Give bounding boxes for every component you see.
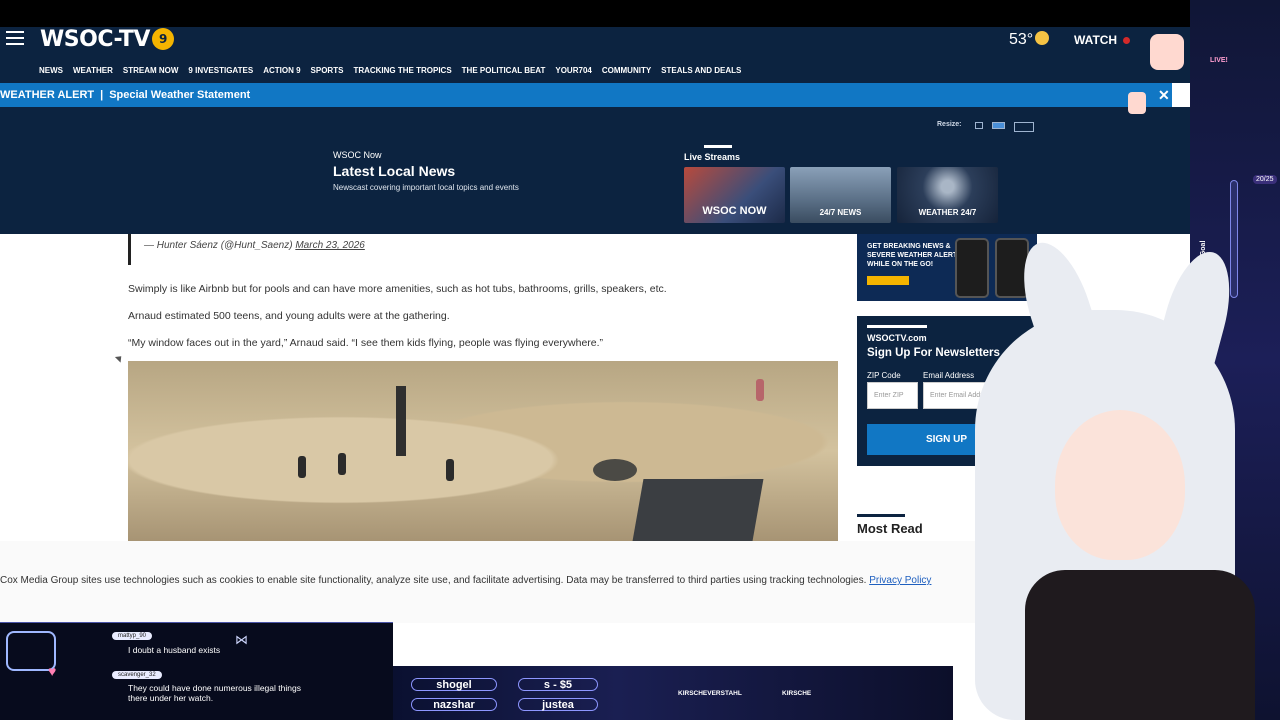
person-figure [756, 379, 764, 401]
weather-alert-bar[interactable]: WEATHER ALERT | Special Weather Statement … [0, 83, 1172, 107]
most-read-accent [857, 514, 905, 517]
nav-weather[interactable]: WEATHER [73, 66, 113, 75]
site-header: WSOC-TV 9 53° WATCH NEWS WEATHER STREAM N… [0, 27, 1190, 83]
social-discord: KIRSCHE [782, 690, 812, 697]
now-kicker: WSOC Now [333, 150, 382, 160]
article-paragraph: Arnaud estimated 500 teens, and young ad… [128, 310, 450, 322]
most-read-heading: Most Read [857, 521, 923, 536]
privacy-policy-link[interactable]: Privacy Policy [869, 575, 931, 586]
nav-news[interactable]: NEWS [39, 66, 63, 75]
mouse-cursor [114, 353, 125, 363]
table-shape [593, 459, 637, 481]
logo-badge: 9 [151, 28, 174, 50]
donation-chip: s - $5 [518, 678, 598, 691]
stream-thumb-weather-247[interactable]: WEATHER 24/7 [897, 167, 998, 223]
supporter-chip: shogel [411, 678, 497, 691]
supporter-chip: justea [518, 698, 598, 711]
avatar-face [1055, 410, 1185, 560]
resize-label: Resize: [937, 121, 962, 128]
ad-cta [867, 276, 909, 285]
alert-separator: | [100, 89, 104, 101]
quote-date-link[interactable]: March 23, 2026 [295, 240, 365, 251]
live-streams-label: Live Streams [684, 152, 741, 162]
live-streams-accent [704, 145, 732, 148]
nav-community[interactable]: COMMUNITY [602, 66, 651, 75]
chat-message: They could have done numerous illegal th… [128, 683, 301, 703]
nav-steals-and-deals[interactable]: STEALS AND DEALS [661, 66, 741, 75]
nav-action-9[interactable]: ACTION 9 [263, 66, 300, 75]
person-figure [338, 453, 346, 475]
nav-tracking-the-tropics[interactable]: TRACKING THE TROPICS [353, 66, 451, 75]
nav-political-beat[interactable]: THE POLITICAL BEAT [462, 66, 546, 75]
stream-thumb-247-news[interactable]: 24/7 NEWS [790, 167, 891, 223]
sun-icon [1035, 31, 1050, 45]
stream-chat-box: ♥ ⋈ mattyp_90 I doubt a husband exists s… [0, 622, 393, 720]
zip-input[interactable]: Enter ZIP [867, 382, 918, 409]
bow-icon: ⋈ [235, 632, 248, 647]
article-paragraph: “My window faces out in the yard,” Arnau… [128, 337, 604, 349]
alert-message: Special Weather Statement [109, 89, 251, 101]
social-twitter: KIRSCHEVERSTAHL [678, 690, 742, 697]
cookie-text: Cox Media Group sites use technologies s… [0, 575, 932, 586]
heart-icon: ♥ [48, 663, 57, 679]
site-logo[interactable]: WSOC-TV 9 [40, 27, 174, 52]
top-black-strip [0, 0, 1280, 27]
article-paragraph: Swimply is like Airbnb but for pools and… [128, 283, 667, 295]
person-figure [446, 459, 454, 481]
newsletter-site: WSOCTV.com [867, 333, 927, 343]
newsletter-accent [867, 325, 927, 328]
person-figure [298, 456, 306, 478]
zip-label: ZIP Code [867, 371, 901, 380]
camera-overlay-icon [1150, 34, 1184, 70]
stream-thumb-wsoc-now[interactable]: WSOC NOW [684, 167, 785, 223]
live-dot-icon [1123, 37, 1131, 44]
close-icon[interactable]: ✕ [1158, 83, 1170, 107]
resize-small-icon[interactable] [975, 122, 983, 129]
embedded-quote-attribution: — Hunter Sáenz (@Hunt_Saenz) March 23, 2… [144, 240, 365, 251]
mini-overlay-icon [1128, 92, 1146, 114]
resize-medium-icon[interactable] [992, 122, 1005, 129]
menu-icon[interactable] [6, 31, 24, 47]
weather-temperature[interactable]: 53° [1009, 31, 1050, 49]
nav-9-investigates[interactable]: 9 INVESTIGATES [188, 66, 253, 75]
nav-your704[interactable]: YOUR704 [555, 66, 591, 75]
avatar-outfit [1025, 570, 1255, 720]
live-player-bar: Resize: WSOC Now Latest Local News Newsc… [0, 107, 1190, 234]
chat-username: scavenger_32 [112, 671, 162, 679]
quote-bar [128, 234, 131, 265]
article-photo-backyard [128, 361, 838, 541]
watch-button[interactable]: WATCH [1074, 33, 1131, 47]
now-description: Newscast covering important local topics… [333, 183, 519, 192]
stream-bottom-bar: shogel nazshar s - $5 justea KIRSCHEVERS… [393, 666, 953, 720]
supporter-chip: nazshar [411, 698, 497, 711]
main-nav: NEWS WEATHER STREAM NOW 9 INVESTIGATES A… [39, 66, 751, 75]
nav-stream-now[interactable]: STREAM NOW [123, 66, 179, 75]
now-title[interactable]: Latest Local News [333, 163, 455, 179]
umbrella-shape [396, 386, 406, 456]
sub-goal-count: 20/25 [1253, 175, 1277, 184]
vtuber-avatar [935, 234, 1280, 720]
chat-message: I doubt a husband exists [128, 645, 221, 655]
resize-large-icon[interactable] [1014, 122, 1034, 132]
live-label: LIVE! [1210, 57, 1228, 64]
nav-sports[interactable]: SPORTS [311, 66, 344, 75]
alert-type: WEATHER ALERT [0, 89, 95, 101]
chat-username: mattyp_90 [112, 632, 153, 640]
shed-shape [632, 479, 764, 541]
